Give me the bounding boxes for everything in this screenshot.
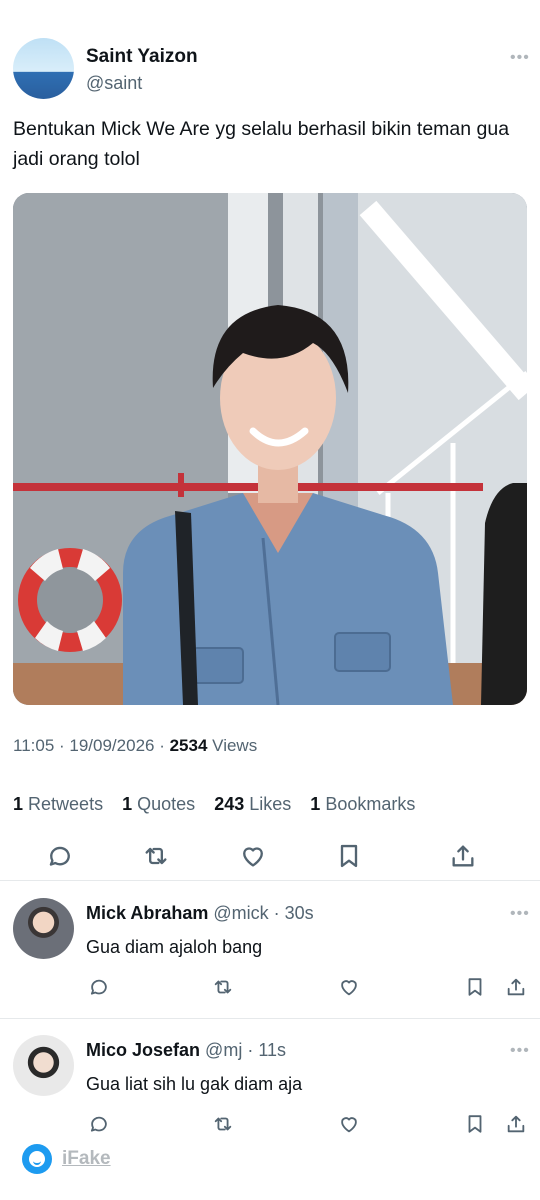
retweets-label: Retweets — [28, 794, 104, 814]
bookmark-icon — [468, 978, 482, 996]
retweet-icon — [145, 847, 167, 865]
views-label: Views — [212, 736, 258, 755]
reply-avatar[interactable] — [13, 898, 74, 959]
author-avatar[interactable] — [13, 38, 74, 99]
likes-label: Likes — [249, 794, 292, 814]
bookmarks-count: 1 — [310, 794, 321, 814]
reply-author-name[interactable]: Mick Abraham — [86, 903, 208, 923]
bookmarks-label: Bookmarks — [325, 794, 416, 814]
tweet-photo-illustration — [13, 193, 527, 705]
like-button[interactable] — [334, 972, 364, 1002]
share-button[interactable] — [448, 841, 478, 871]
divider — [0, 1018, 540, 1019]
share-icon — [507, 978, 525, 996]
like-icon — [341, 980, 357, 996]
reply-more-icon[interactable]: ••• — [510, 906, 530, 922]
reply-separator: · — [242, 1040, 259, 1060]
views-count: 2534 — [169, 736, 208, 755]
tweet-time: 11:05 — [13, 736, 55, 755]
share-icon — [452, 845, 474, 867]
reply-time: 30s — [284, 903, 314, 923]
watermark: iFake — [22, 1144, 111, 1174]
bookmark-icon — [340, 844, 358, 868]
more-options-icon[interactable]: ••• — [510, 50, 530, 66]
quotes-label: Quotes — [137, 794, 196, 814]
reply-time: 11s — [258, 1040, 286, 1060]
reply-icon — [49, 846, 70, 866]
reply-more-icon[interactable]: ••• — [510, 1043, 530, 1059]
reply-button[interactable] — [45, 841, 75, 871]
reply-icon — [90, 1116, 107, 1132]
share-button[interactable] — [501, 972, 531, 1002]
reply-author-name[interactable]: Mico Josefan — [86, 1040, 200, 1060]
like-button[interactable] — [334, 1109, 364, 1139]
retweet-button[interactable] — [208, 972, 238, 1002]
bookmarks-stat[interactable]: 1 Bookmarks — [310, 794, 415, 814]
like-icon — [341, 1117, 357, 1133]
likes-stat[interactable]: 243 Likes — [214, 794, 291, 814]
bookmark-button[interactable] — [460, 1109, 490, 1139]
tweet-photo[interactable] — [13, 193, 527, 705]
watermark-text: iFake — [62, 1148, 111, 1169]
bookmark-button[interactable] — [460, 972, 490, 1002]
retweets-count: 1 — [13, 794, 24, 814]
reply-header: Mico Josefan @mj · 11s — [86, 1040, 286, 1061]
reply-button[interactable] — [84, 972, 114, 1002]
author-name[interactable]: Saint Yaizon — [86, 46, 198, 68]
tweet-text: Bentukan Mick We Are yg selalu berhasil … — [13, 118, 510, 170]
reply-author-handle[interactable]: @mj — [205, 1040, 242, 1060]
reply-header: Mick Abraham @mick · 30s — [86, 903, 314, 924]
reply-text: Gua liat sih lu gak diam aja — [86, 1074, 303, 1094]
quotes-count: 1 — [122, 794, 133, 814]
meta-separator: · — [154, 736, 170, 755]
share-button[interactable] — [501, 1109, 531, 1139]
like-button[interactable] — [238, 841, 268, 871]
like-icon — [243, 847, 263, 867]
retweet-button[interactable] — [208, 1109, 238, 1139]
retweet-button[interactable] — [141, 841, 171, 871]
likes-count: 243 — [214, 794, 245, 814]
bookmark-button[interactable] — [334, 841, 364, 871]
reply-icon — [90, 979, 107, 995]
author-handle[interactable]: @saint — [86, 73, 142, 94]
tweet-meta: 11:05 · 19/09/2026 · 2534 Views — [13, 736, 257, 756]
watermark-logo-icon — [22, 1144, 52, 1174]
tweet-stats: 1 Retweets 1 Quotes 243 Likes 1 Bookmark… — [13, 794, 429, 815]
quotes-stat[interactable]: 1 Quotes — [122, 794, 195, 814]
divider — [0, 880, 540, 881]
reply-text: Gua diam ajaloh bang — [86, 937, 263, 957]
bookmark-icon — [468, 1115, 482, 1133]
retweets-stat[interactable]: 1 Retweets — [13, 794, 103, 814]
reply-author-handle[interactable]: @mick — [213, 903, 268, 923]
retweet-icon — [214, 980, 232, 994]
meta-separator: · — [54, 736, 70, 755]
reply-avatar[interactable] — [13, 1035, 74, 1096]
tweet-date: 19/09/2026 — [69, 736, 155, 755]
reply-separator: · — [268, 903, 285, 923]
reply-button[interactable] — [84, 1109, 114, 1139]
retweet-icon — [214, 1117, 232, 1131]
share-icon — [507, 1115, 525, 1133]
